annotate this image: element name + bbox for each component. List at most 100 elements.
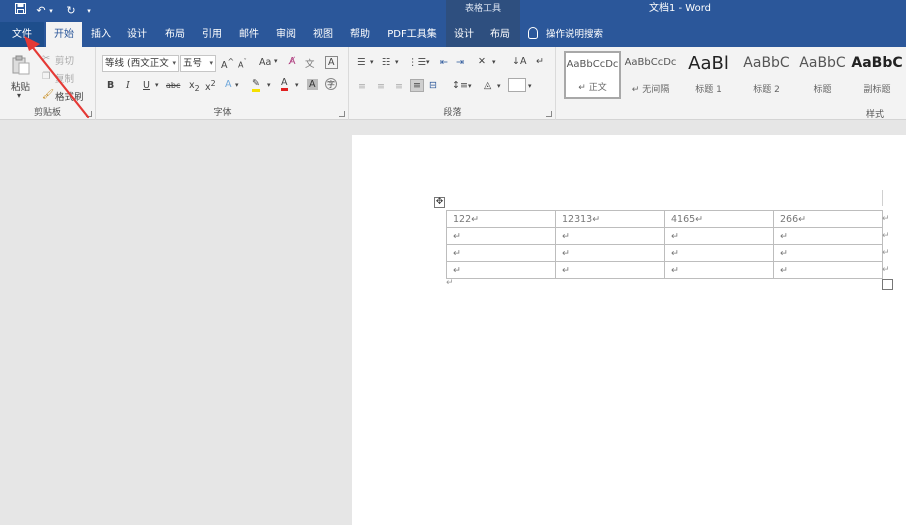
align-left-icon[interactable]: ≡	[358, 81, 366, 92]
justify-icon[interactable]: ≡	[410, 79, 424, 92]
table-cell[interactable]: ↵	[773, 261, 883, 279]
enclosed-character-icon[interactable]: 字	[325, 78, 337, 90]
tab-table-design[interactable]: 设计	[448, 22, 480, 47]
multilevel-list-dropdown-icon[interactable]: ▾	[426, 58, 430, 66]
paste-dropdown-icon[interactable]: ▾	[17, 91, 21, 100]
tab-design[interactable]: 设计	[120, 22, 154, 47]
cut-button[interactable]: 剪切	[55, 53, 74, 67]
table-cell[interactable]: ↵	[664, 244, 774, 262]
table-cell[interactable]: ↵	[555, 244, 665, 262]
shrink-font-icon[interactable]: Aˇ	[238, 58, 247, 70]
text-effects-dropdown-icon[interactable]: ▾	[235, 81, 239, 89]
font-color-icon[interactable]: A	[281, 77, 288, 91]
underline-icon[interactable]: U	[143, 80, 150, 91]
italic-icon[interactable]: I	[126, 80, 130, 91]
tab-mailings[interactable]: 邮件	[232, 22, 266, 47]
clear-formatting-icon[interactable]: A̸	[289, 56, 296, 67]
highlight-icon[interactable]: ✎	[252, 78, 260, 92]
font-color-dropdown-icon[interactable]: ▾	[295, 81, 299, 89]
show-marks-icon[interactable]: ↵	[536, 56, 544, 67]
table-cell[interactable]: ↵	[446, 244, 556, 262]
copy-button[interactable]: 复制	[55, 71, 74, 85]
save-icon[interactable]	[12, 3, 28, 19]
asian-layout-icon[interactable]: ✕	[478, 56, 486, 67]
superscript-icon[interactable]: x2	[205, 79, 216, 93]
font-size-select[interactable]: 五号 ▾	[180, 55, 216, 72]
table-cell[interactable]: 122↵	[446, 210, 556, 228]
paste-icon[interactable]	[10, 55, 32, 75]
align-center-icon[interactable]: ≡	[377, 81, 385, 92]
paragraph-launcher-icon[interactable]	[546, 111, 552, 117]
undo-dropdown-icon[interactable]: ▾	[47, 3, 55, 19]
style-heading-2[interactable]: AaBbC 标题 2	[738, 51, 795, 99]
document-table[interactable]: 122↵ 12313↵ 4165↵ 266↵ ↵ ↵ ↵ ↵ ↵ ↵ ↵ ↵ ↵…	[446, 210, 883, 279]
align-right-icon[interactable]: ≡	[395, 81, 403, 92]
highlight-dropdown-icon[interactable]: ▾	[267, 81, 271, 89]
change-case-button[interactable]: Aa	[259, 57, 271, 68]
table-cell[interactable]: ↵	[446, 227, 556, 245]
style-normal[interactable]: AaBbCcDc ↵ 正文	[564, 51, 621, 99]
underline-dropdown-icon[interactable]: ▾	[155, 81, 159, 89]
tab-pdf-tools[interactable]: PDF工具集	[383, 22, 441, 47]
table-cell[interactable]: ↵	[773, 244, 883, 262]
format-painter-button[interactable]: 格式刷	[55, 89, 84, 103]
decrease-indent-icon[interactable]: ⇤	[440, 57, 448, 68]
tell-me-search[interactable]: 操作说明搜索	[528, 22, 603, 47]
change-case-dropdown-icon[interactable]: ▾	[274, 57, 278, 65]
tab-home[interactable]: 开始	[46, 22, 82, 47]
format-painter-icon[interactable]: 🖌	[42, 89, 54, 100]
character-shading-icon[interactable]: A	[307, 79, 318, 90]
numbering-dropdown-icon[interactable]: ▾	[395, 58, 399, 66]
table-cell[interactable]: 4165↵	[664, 210, 774, 228]
copy-icon[interactable]: ❐	[42, 71, 51, 82]
shading-icon[interactable]: ◬	[484, 80, 491, 91]
grow-font-icon[interactable]: A^	[221, 57, 234, 71]
bullets-dropdown-icon[interactable]: ▾	[370, 58, 374, 66]
table-resize-handle[interactable]	[882, 279, 893, 290]
tab-view[interactable]: 视图	[306, 22, 340, 47]
redo-icon[interactable]: ↻	[63, 3, 79, 19]
shading-dropdown-icon[interactable]: ▾	[497, 82, 501, 90]
phonetic-guide-icon[interactable]: 文	[305, 56, 315, 70]
tab-references[interactable]: 引用	[195, 22, 229, 47]
font-name-select[interactable]: 等线 (西文正文 ▾	[102, 55, 179, 72]
subscript-icon[interactable]: x2	[189, 80, 200, 93]
character-border-icon[interactable]: A	[325, 56, 338, 69]
borders-dropdown-icon[interactable]: ▾	[528, 82, 532, 90]
table-cell[interactable]: ↵	[773, 227, 883, 245]
table-cell[interactable]: ↵	[555, 227, 665, 245]
table-cell[interactable]: 266↵	[773, 210, 883, 228]
style-title[interactable]: AaBbC 标题	[794, 51, 851, 99]
tab-insert[interactable]: 插入	[84, 22, 118, 47]
style-no-spacing[interactable]: AaBbCcDc ↵ 无间隔	[622, 51, 679, 99]
style-heading-1[interactable]: AaBl 标题 1	[680, 51, 737, 99]
bold-icon[interactable]: B	[107, 80, 114, 91]
tab-table-layout[interactable]: 布局	[484, 22, 516, 47]
bullets-icon[interactable]: ☰	[357, 57, 366, 68]
customize-qat-icon[interactable]: ▾	[84, 3, 94, 19]
tab-review[interactable]: 审阅	[269, 22, 303, 47]
line-spacing-icon[interactable]: ↕≡	[452, 80, 468, 91]
strikethrough-icon[interactable]: abc	[166, 81, 180, 90]
sort-icon[interactable]: ↓A	[512, 56, 526, 67]
table-move-handle-icon[interactable]: ✥	[434, 197, 445, 208]
multilevel-list-icon[interactable]: ⋮☰	[408, 57, 426, 68]
style-subtitle[interactable]: AaBbC 副标题	[850, 51, 904, 99]
tab-help[interactable]: 帮助	[343, 22, 377, 47]
table-cell[interactable]: 12313↵	[555, 210, 665, 228]
tab-layout[interactable]: 布局	[158, 22, 192, 47]
cut-icon[interactable]: ✂	[42, 53, 50, 64]
tab-file[interactable]: 文件	[0, 22, 44, 47]
table-cell[interactable]: ↵	[664, 261, 774, 279]
table-cell[interactable]: ↵	[555, 261, 665, 279]
table-cell[interactable]: ↵	[446, 261, 556, 279]
increase-indent-icon[interactable]: ⇥	[456, 57, 464, 68]
text-effects-icon[interactable]: A	[225, 79, 232, 90]
document-page[interactable]: ✥ 122↵ 12313↵ 4165↵ 266↵ ↵ ↵ ↵ ↵ ↵ ↵ ↵ ↵…	[352, 135, 906, 525]
borders-icon[interactable]	[508, 78, 526, 92]
asian-layout-dropdown-icon[interactable]: ▾	[492, 58, 496, 66]
clipboard-launcher-icon[interactable]	[86, 111, 92, 117]
table-cell[interactable]: ↵	[664, 227, 774, 245]
distributed-icon[interactable]: ⊟	[429, 80, 437, 91]
numbering-icon[interactable]: ☷	[382, 57, 391, 68]
